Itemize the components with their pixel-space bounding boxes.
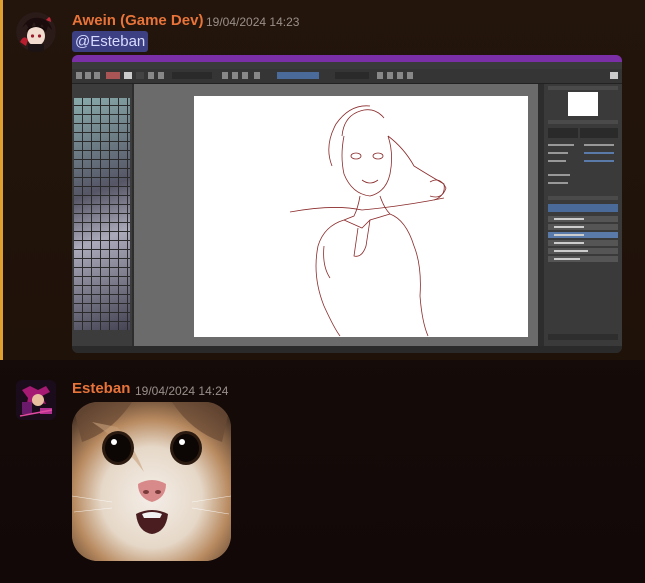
toolbar-icons: [76, 72, 618, 79]
character-line-art: [289, 105, 447, 337]
attached-screenshot[interactable]: [72, 55, 622, 353]
message-timestamp: 19/04/2024 14:23: [206, 15, 300, 29]
cat-face-image[interactable]: [72, 402, 231, 561]
drawing-canvas: [194, 96, 528, 337]
brush-presets-panel: [72, 84, 132, 346]
krita-toolbar: [72, 69, 622, 84]
avatar-awein-art: [16, 12, 56, 52]
mention-highlight-bar: [0, 0, 3, 360]
brush-presets-grid: [74, 98, 130, 330]
message-awein: Awein (Game Dev) 19/04/2024 14:23 @Esteb…: [0, 0, 645, 360]
avatar-esteban-art: [16, 380, 56, 420]
krita-menubar: [72, 62, 622, 73]
krita-titlebar: [72, 55, 622, 62]
krita-statusbar: [72, 346, 622, 353]
krita-canvas-area: [134, 84, 538, 346]
message-timestamp: 19/04/2024 14:24: [135, 384, 229, 398]
cat-photo: [72, 402, 231, 561]
avatar-esteban[interactable]: [16, 380, 56, 420]
user-mention[interactable]: @Esteban: [72, 31, 149, 52]
author-name[interactable]: Esteban: [72, 380, 130, 397]
dockers-content: [548, 86, 618, 340]
author-name[interactable]: Awein (Game Dev): [72, 12, 203, 29]
krita-dockers-panel: [544, 84, 622, 346]
avatar-awein[interactable]: [16, 12, 56, 52]
